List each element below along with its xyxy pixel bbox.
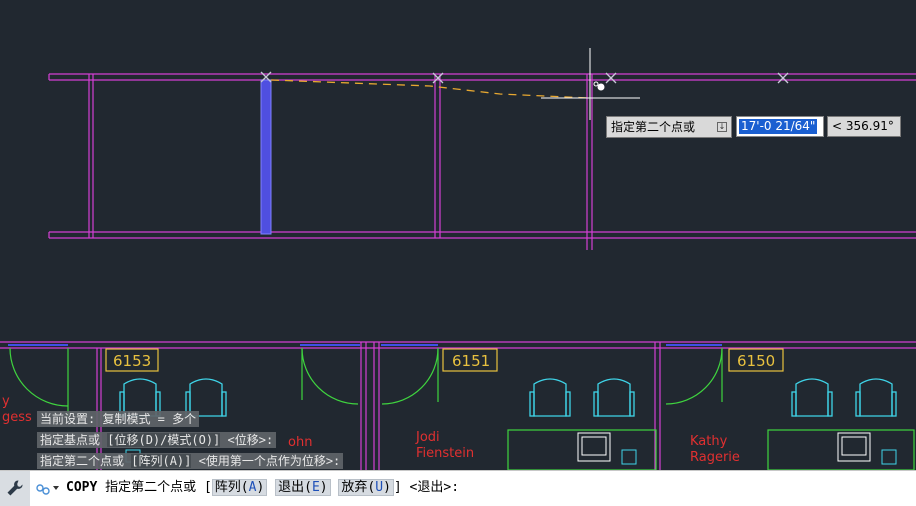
crosshair-cursor <box>541 48 640 120</box>
name-john-partial: ohn <box>288 435 312 450</box>
command-name: COPY <box>66 480 98 495</box>
command-line[interactable]: COPY 指定第二个点或 [阵列(A) 退出(E) 放弃(U)] <退出>: <box>0 470 916 506</box>
history-line-2-tail: <位移>: <box>227 433 274 447</box>
name-left-partial-1: y <box>2 394 10 409</box>
distance-value[interactable]: 17'-0 21/64" <box>739 119 818 134</box>
room-number-6151: 6151 <box>452 352 490 370</box>
name-kathy-last: Ragerie <box>690 450 740 465</box>
name-jodi-first: Jodi <box>415 430 440 445</box>
history-line-3-options: [阵列(A)] <box>131 454 192 468</box>
phone-icons <box>621 449 897 465</box>
angle-value: < 356.91° <box>832 119 894 133</box>
history-line-2: 指定基点或 [位移(D)/模式(O)] <位移>: <box>37 432 277 448</box>
customize-button[interactable] <box>0 471 30 506</box>
recent-commands-button[interactable] <box>34 479 62 497</box>
room-tags <box>105 348 784 372</box>
distance-input[interactable]: 17'-0 21/64" <box>736 116 824 137</box>
dynamic-input-prompt-text: 指定第二个点或 <box>611 120 696 134</box>
down-arrow-icon[interactable]: ↓ <box>717 122 727 132</box>
history-line-2-main: 指定基点或 <box>40 433 101 447</box>
history-line-1: 当前设置: 复制模式 = 多个 <box>37 411 200 427</box>
name-left-partial-2: gess <box>2 410 32 425</box>
option-exit[interactable]: 退出(E) <box>275 479 331 496</box>
name-kathy-first: Kathy <box>690 434 728 449</box>
name-jodi-last: Fienstein <box>416 446 474 461</box>
rubber-band-line <box>270 79 591 99</box>
selected-post[interactable] <box>260 79 272 235</box>
command-prompt[interactable]: COPY 指定第二个点或 [阵列(A) 退出(E) 放弃(U)] <退出>: <box>66 479 459 497</box>
command-prompt-tail: ] <退出>: <box>393 480 460 495</box>
drawing-canvas[interactable]: 6153 6151 6150 Jodi Fienstein Kathy Rage… <box>0 0 916 470</box>
option-array[interactable]: 阵列(A) <box>211 479 268 496</box>
partition-assembly[interactable] <box>48 73 916 250</box>
command-prompt-text: 指定第二个点或 [ <box>105 480 212 495</box>
wrench-icon <box>7 480 23 496</box>
room-number-6150: 6150 <box>737 352 775 370</box>
angle-field[interactable]: < 356.91° <box>827 116 901 137</box>
room-number-6153: 6153 <box>113 352 151 370</box>
history-line-3-tail: <使用第一个点作为位移>: <box>198 454 341 468</box>
history-line-3-main: 指定第二个点或 <box>40 454 125 468</box>
history-line-1-text: 当前设置: 复制模式 = 多个 <box>40 412 197 426</box>
recent-commands-icon <box>36 484 59 495</box>
dynamic-input-prompt: 指定第二个点或 ↓ <box>606 116 732 138</box>
option-undo[interactable]: 放弃(U) <box>338 479 394 496</box>
chairs <box>119 378 897 417</box>
history-line-3: 指定第二个点或 [阵列(A)] <使用第一个点作为位移>: <box>37 453 344 469</box>
history-line-2-options: [位移(D)/模式(O)] <box>107 433 221 447</box>
